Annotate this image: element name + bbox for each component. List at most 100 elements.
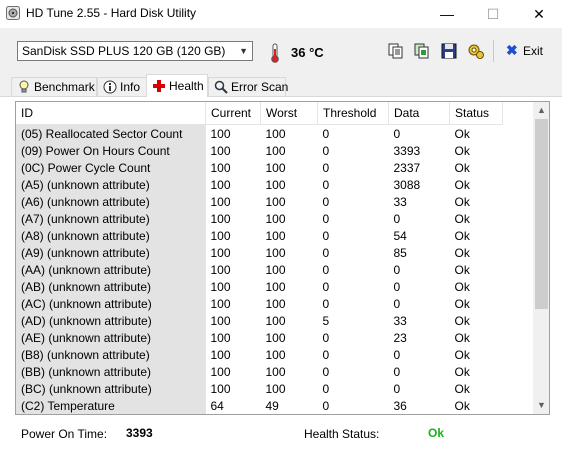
- magnifier-icon: [214, 80, 228, 94]
- table-row[interactable]: (AC) (unknown attribute) 100 100 0 0 Ok: [16, 295, 503, 312]
- table-row[interactable]: (A7) (unknown attribute) 100 100 0 0 Ok: [16, 210, 503, 227]
- worst-value: 100: [265, 194, 286, 209]
- copy-all-icon[interactable]: [413, 42, 431, 60]
- worst-value: 100: [265, 364, 286, 379]
- column-header-current[interactable]: Current: [205, 102, 261, 125]
- vertical-scrollbar[interactable]: ▲ ▼: [533, 102, 549, 414]
- data-value: 0: [393, 296, 401, 311]
- attribute-id: (05) Reallocated Sector Count: [16, 124, 206, 142]
- worst-value: 100: [265, 296, 286, 311]
- attribute-id: (AA) (unknown attribute): [16, 261, 206, 278]
- status-value: Ok: [454, 177, 470, 192]
- status-value: Ok: [454, 160, 470, 175]
- tab-label: Error Scan: [231, 80, 289, 94]
- attribute-id: (A7) (unknown attribute): [16, 210, 206, 227]
- health-panel: ID Current Worst Threshold Data Status (…: [0, 96, 562, 455]
- current-value: 100: [210, 126, 231, 141]
- maximize-button[interactable]: ☐: [470, 0, 516, 28]
- status-value: Ok: [454, 245, 470, 260]
- threshold-value: 0: [322, 177, 330, 192]
- tab-info[interactable]: Info: [97, 77, 147, 96]
- current-value: 100: [210, 194, 231, 209]
- table-row[interactable]: (A9) (unknown attribute) 100 100 0 85 Ok: [16, 244, 503, 261]
- thermometer-icon: [271, 43, 279, 63]
- table-row[interactable]: (AB) (unknown attribute) 100 100 0 0 Ok: [16, 278, 503, 295]
- table-row[interactable]: (B8) (unknown attribute) 100 100 0 0 Ok: [16, 346, 503, 363]
- table-row[interactable]: (A8) (unknown attribute) 100 100 0 54 Ok: [16, 227, 503, 244]
- tab-error-scan[interactable]: Error Scan: [208, 77, 289, 96]
- tab-label: Info: [120, 80, 141, 94]
- table-row[interactable]: (A5) (unknown attribute) 100 100 0 3088 Ok: [16, 176, 503, 193]
- data-value: 23: [393, 330, 407, 345]
- threshold-value: 0: [322, 296, 330, 311]
- threshold-value: 0: [322, 330, 330, 345]
- scroll-down-icon[interactable]: ▼: [533, 397, 549, 414]
- current-value: 100: [210, 245, 231, 260]
- table-row[interactable]: (BC) (unknown attribute) 100 100 0 0 Ok: [16, 380, 503, 397]
- column-header-data[interactable]: Data: [388, 102, 450, 125]
- power-on-time-label: Power On Time:: [21, 427, 108, 441]
- status-value: Ok: [454, 347, 470, 362]
- column-header-threshold[interactable]: Threshold: [317, 102, 389, 125]
- attribute-id: (09) Power On Hours Count: [16, 142, 206, 159]
- data-value: 0: [393, 262, 401, 277]
- column-header-status[interactable]: Status: [449, 102, 503, 125]
- table-row[interactable]: (0C) Power Cycle Count 100 100 0 2337 Ok: [16, 159, 503, 176]
- data-value: 0: [393, 211, 401, 226]
- worst-value: 100: [265, 177, 286, 192]
- temperature-readout: 36 °C: [291, 45, 324, 60]
- attribute-id: (C2) Temperature: [16, 397, 206, 414]
- data-value: 0: [393, 279, 401, 294]
- tab-health[interactable]: Health: [146, 74, 208, 97]
- threshold-value: 0: [322, 143, 330, 158]
- table-row[interactable]: (AE) (unknown attribute) 100 100 0 23 Ok: [16, 329, 503, 346]
- attribute-id: (AB) (unknown attribute): [16, 278, 206, 295]
- worst-value: 100: [265, 245, 286, 260]
- threshold-value: 0: [322, 364, 330, 379]
- status-value: Ok: [454, 228, 470, 243]
- exit-label: Exit: [523, 44, 544, 58]
- attribute-id: (B8) (unknown attribute): [16, 346, 206, 363]
- data-value: 3393: [393, 143, 421, 158]
- table-row[interactable]: (AD) (unknown attribute) 100 100 5 33 Ok: [16, 312, 503, 329]
- worst-value: 100: [265, 347, 286, 362]
- table-row[interactable]: (A6) (unknown attribute) 100 100 0 33 Ok: [16, 193, 503, 210]
- scroll-up-icon[interactable]: ▲: [533, 102, 549, 119]
- table-row[interactable]: (BB) (unknown attribute) 100 100 0 0 Ok: [16, 363, 503, 380]
- table-row[interactable]: (09) Power On Hours Count 100 100 0 3393 Ok: [16, 142, 503, 159]
- health-status-value: Ok: [428, 426, 445, 440]
- smart-table-body: (05) Reallocated Sector Count 100 100 0 0 Ok …: [16, 124, 503, 414]
- attribute-id: (A6) (unknown attribute): [16, 193, 206, 210]
- column-header-id[interactable]: ID: [16, 102, 206, 125]
- close-button[interactable]: ✕: [516, 0, 562, 28]
- window-title: HD Tune 2.55 - Hard Disk Utility: [26, 6, 197, 20]
- power-on-time-value: 3393: [126, 426, 153, 440]
- save-icon[interactable]: [440, 42, 458, 60]
- worst-value: 100: [265, 262, 286, 277]
- copy-icon[interactable]: [387, 42, 405, 60]
- status-value: Ok: [454, 381, 470, 396]
- data-value: 0: [393, 381, 401, 396]
- table-row[interactable]: (05) Reallocated Sector Count 100 100 0 0 Ok: [16, 124, 503, 142]
- minimize-button[interactable]: —: [424, 0, 470, 28]
- table-row[interactable]: (AA) (unknown attribute) 100 100 0 0 Ok: [16, 261, 503, 278]
- tab-benchmark[interactable]: Benchmark: [11, 77, 97, 96]
- status-value: Ok: [454, 143, 470, 158]
- tab-label: Health: [169, 79, 204, 93]
- data-value: 0: [393, 126, 401, 141]
- options-icon[interactable]: [467, 42, 485, 60]
- worst-value: 100: [265, 381, 286, 396]
- status-value: Ok: [454, 296, 470, 311]
- table-header-row: ID Current Worst Threshold Data Status: [16, 102, 503, 125]
- column-header-worst[interactable]: Worst: [260, 102, 318, 125]
- threshold-value: 0: [322, 347, 330, 362]
- scroll-thumb[interactable]: [535, 119, 548, 309]
- data-value: 33: [393, 194, 407, 209]
- worst-value: 100: [265, 228, 286, 243]
- drive-select[interactable]: SanDisk SSD PLUS 120 GB (120 GB) ▼: [17, 41, 253, 61]
- table-row[interactable]: (C2) Temperature 64 49 0 36 Ok: [16, 397, 503, 414]
- threshold-value: 5: [322, 313, 330, 328]
- threshold-value: 0: [322, 126, 330, 141]
- worst-value: 100: [265, 143, 286, 158]
- current-value: 100: [210, 143, 231, 158]
